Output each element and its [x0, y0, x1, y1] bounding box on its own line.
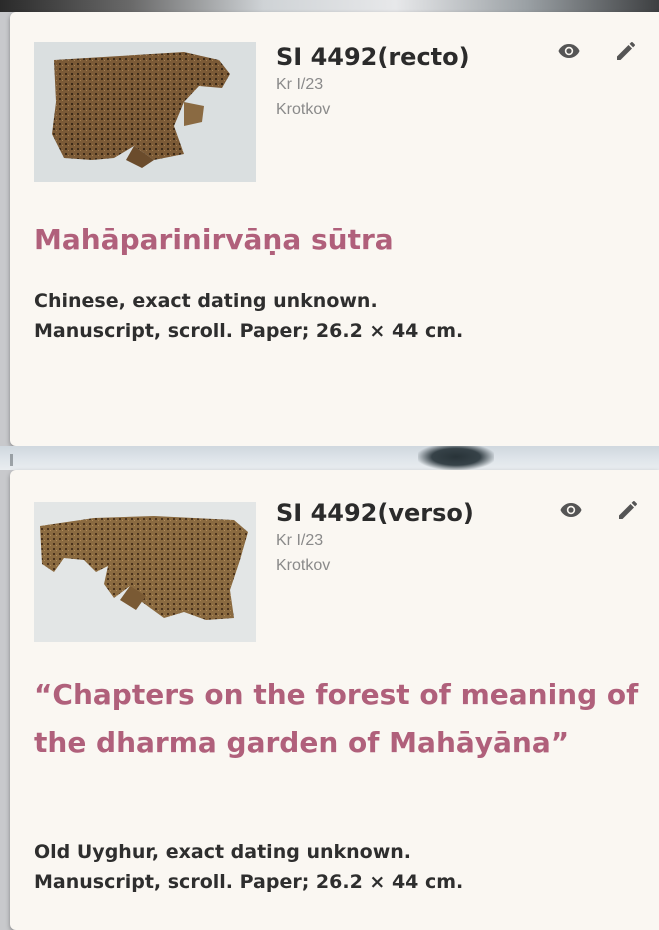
record-meta: SI 4492(recto) Kr I/23 Krotkov — [276, 42, 470, 122]
record-card[interactable]: SI 4492(verso) Kr I/23 Krotkov “Chapters… — [10, 470, 659, 930]
record-shelfmark[interactable]: SI 4492(recto) — [276, 42, 470, 72]
record-description-line: Chinese, exact dating unknown. — [34, 290, 378, 312]
manuscript-fragment-image — [34, 42, 256, 182]
pencil-icon[interactable] — [611, 36, 641, 66]
record-description-line: Manuscript, scroll. Paper; 26.2 × 44 cm. — [34, 320, 464, 342]
record-inventory: Kr I/23 — [276, 532, 324, 549]
background-mark — [418, 446, 494, 470]
record-inventory: Kr I/23 — [276, 76, 324, 93]
eye-icon-glyph — [558, 44, 580, 58]
eye-icon[interactable] — [556, 495, 586, 525]
record-collector: Krotkov — [276, 101, 331, 118]
record-title[interactable]: “Chapters on the forest of meaning of th… — [34, 671, 644, 767]
pencil-icon-glyph — [619, 501, 637, 519]
manuscript-fragment-image — [34, 502, 256, 642]
record-description-line: Manuscript, scroll. Paper; 26.2 × 44 cm. — [34, 871, 464, 893]
record-description-line: Old Uyghur, exact dating unknown. — [34, 841, 412, 863]
eye-icon[interactable] — [554, 36, 584, 66]
background-image-strip-top — [0, 0, 659, 12]
background-image-strip-middle — [0, 446, 659, 470]
record-meta: SI 4492(verso) Kr I/23 Krotkov — [276, 498, 474, 578]
record-description: Old Uyghur, exact dating unknown. Manusc… — [34, 837, 644, 897]
record-title[interactable]: Mahāparinirvāṇa sūtra — [34, 216, 644, 264]
background-mark — [10, 454, 13, 466]
record-description: Chinese, exact dating unknown. Manuscrip… — [34, 286, 644, 346]
record-shelfmark[interactable]: SI 4492(verso) — [276, 498, 474, 528]
pencil-icon-glyph — [617, 42, 635, 60]
pencil-icon[interactable] — [613, 495, 643, 525]
manuscript-thumbnail[interactable] — [34, 42, 256, 182]
manuscript-thumbnail[interactable] — [34, 502, 256, 642]
eye-icon-glyph — [560, 503, 582, 517]
record-collector: Krotkov — [276, 557, 331, 574]
record-card[interactable]: SI 4492(recto) Kr I/23 Krotkov Mahāparin… — [10, 12, 659, 446]
